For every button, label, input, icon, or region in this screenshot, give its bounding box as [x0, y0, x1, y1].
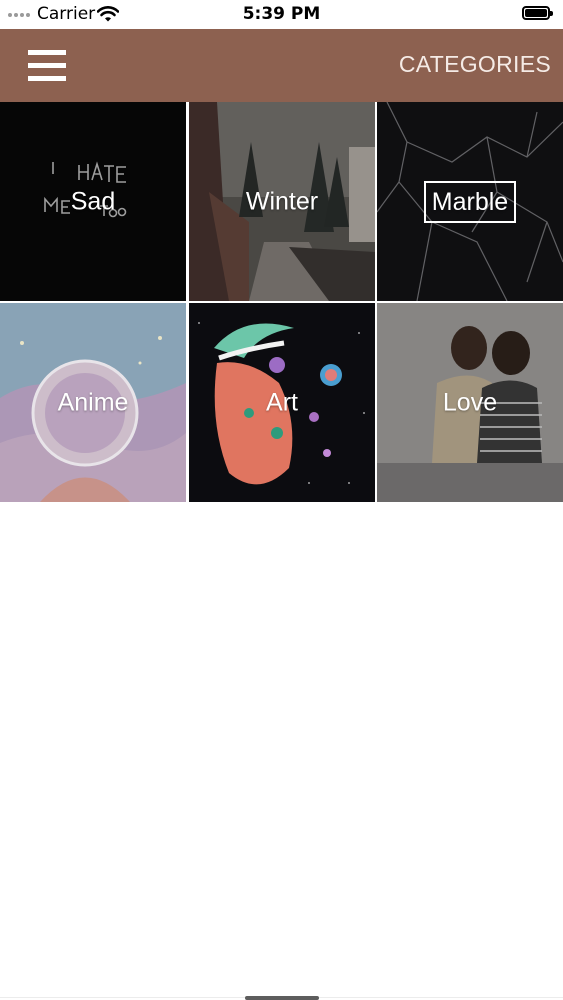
category-label-art: Art: [266, 388, 298, 416]
category-label-love: Love: [442, 388, 498, 416]
category-label-sad: Sad: [70, 187, 116, 215]
home-indicator[interactable]: [245, 996, 319, 1000]
category-tile-sad[interactable]: Sad: [0, 102, 186, 301]
category-label-winter: Winter: [245, 187, 319, 215]
status-bar: Carrier 5:39 PM: [0, 0, 563, 29]
category-tile-art[interactable]: Art: [189, 303, 375, 502]
status-time: 5:39 PM: [242, 4, 321, 24]
category-label-anime: Anime: [57, 388, 129, 416]
battery-icon: [522, 6, 553, 20]
category-tile-anime[interactable]: Anime: [0, 303, 186, 502]
marble-frame: Marble: [423, 180, 517, 223]
category-label-marble: Marble: [377, 180, 563, 223]
category-grid: Sad Winter Marble Anime Art Love: [0, 102, 563, 502]
hamburger-menu-icon[interactable]: [28, 49, 68, 83]
page-title: CATEGORIES: [398, 51, 551, 77]
category-tile-marble[interactable]: Marble: [377, 102, 563, 301]
category-tile-love[interactable]: Love: [377, 303, 563, 502]
navigation-bar: CATEGORIES: [0, 29, 563, 102]
category-tile-winter[interactable]: Winter: [189, 102, 375, 301]
